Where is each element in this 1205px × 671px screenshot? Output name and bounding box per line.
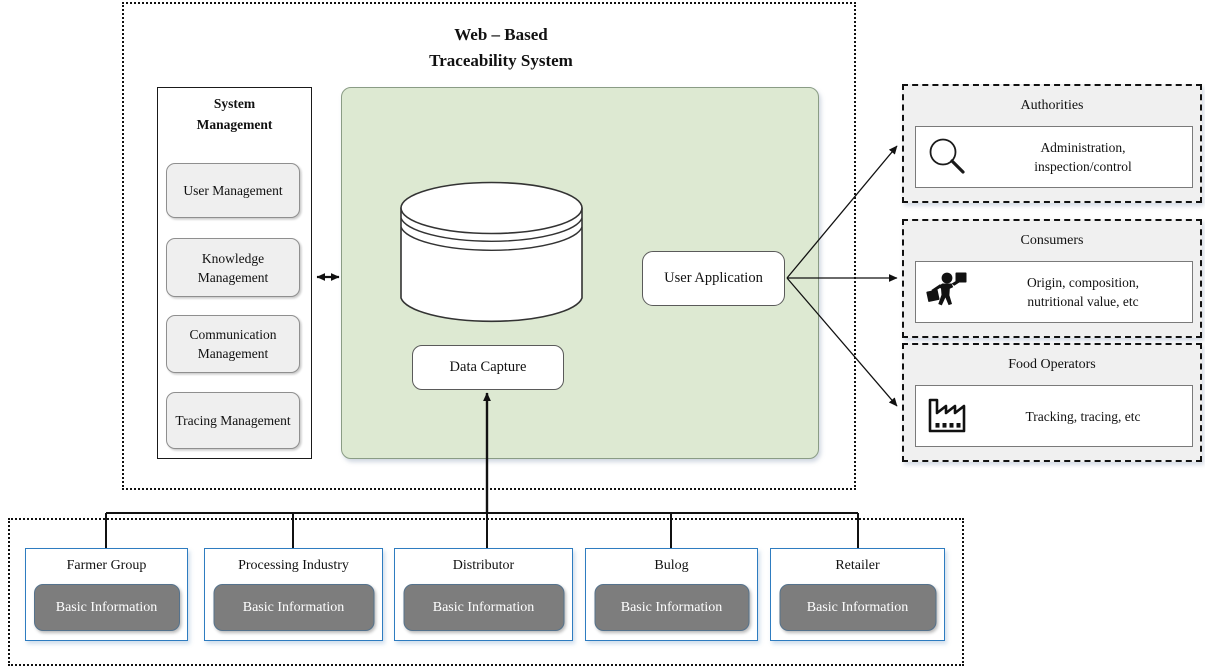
data-capture-node[interactable]: Data Capture xyxy=(412,345,564,390)
system-management-title-line2: Management xyxy=(196,117,273,132)
sidebar-item-knowledge-management[interactable]: Knowledge Management xyxy=(166,238,300,297)
page-title-line2: Traceability System xyxy=(429,51,573,70)
data-capture-label: Data Capture xyxy=(449,359,527,375)
basic-information-pill[interactable]: Basic Information xyxy=(779,584,936,631)
actor-processing-industry[interactable]: Processing Industry Basic Information xyxy=(204,548,383,641)
user-application-node[interactable]: User Application xyxy=(642,251,785,306)
actor-farmer-group[interactable]: Farmer Group Basic Information xyxy=(25,548,188,641)
sidebar-item-label: Tracing Management xyxy=(175,413,291,428)
factory-icon xyxy=(916,387,978,445)
actor-title: Bulog xyxy=(654,558,689,573)
external-panel-description: Origin, composition, nutritional value, … xyxy=(978,273,1192,311)
external-panel-card: Administration, inspection/control xyxy=(915,126,1193,188)
page-title-line1: Web – Based xyxy=(454,25,548,44)
external-panel-food-operators: Food Operators Tracking, tracing, etc xyxy=(902,343,1202,462)
basic-information-pill[interactable]: Basic Information xyxy=(594,584,749,631)
sidebar-item-tracing-management[interactable]: Tracing Management xyxy=(166,392,300,449)
external-panel-description-line2: inspection/control xyxy=(1034,159,1132,174)
external-panel-description: Administration, inspection/control xyxy=(978,138,1192,176)
system-management-title-line1: System xyxy=(213,96,256,111)
user-application-label: User Application xyxy=(664,270,763,286)
sidebar-item-label: User Management xyxy=(183,183,283,198)
external-panel-description-line1: Origin, composition, xyxy=(1026,275,1140,290)
page-title: Web – Based Traceability System xyxy=(372,22,630,74)
database-cylinder-icon xyxy=(399,180,584,325)
sidebar-item-label: Knowledge Management xyxy=(197,250,269,285)
actor-title: Retailer xyxy=(835,558,880,573)
actor-distributor[interactable]: Distributor Basic Information xyxy=(394,548,573,641)
external-panel-authorities: Authorities Administration, inspection/c… xyxy=(902,84,1202,203)
external-panel-description: Tracking, tracing, etc xyxy=(978,407,1192,426)
basic-information-pill[interactable]: Basic Information xyxy=(33,584,180,631)
actor-title: Farmer Group xyxy=(66,558,147,573)
external-panel-description-line1: Tracking, tracing, etc xyxy=(1025,408,1141,424)
actor-title: Distributor xyxy=(452,558,515,573)
basic-information-pill[interactable]: Basic Information xyxy=(213,584,374,631)
magnifier-icon xyxy=(916,128,978,186)
actor-retailer[interactable]: Retailer Basic Information xyxy=(770,548,945,641)
actor-title: Processing Industry xyxy=(238,558,349,573)
external-panel-consumers: Consumers Origin, composition, nutrition… xyxy=(902,219,1202,338)
external-panel-card: Tracking, tracing, etc xyxy=(915,385,1193,447)
external-panel-title: Consumers xyxy=(1020,233,1084,248)
external-panel-description-line2: nutritional value, etc xyxy=(1027,294,1139,309)
external-panel-title: Food Operators xyxy=(1008,357,1096,372)
sidebar-item-user-management[interactable]: User Management xyxy=(166,163,300,218)
external-panel-title: Authorities xyxy=(1020,98,1084,113)
external-panel-description-line1: Administration, xyxy=(1040,140,1126,155)
shopper-icon xyxy=(916,263,978,321)
basic-information-pill[interactable]: Basic Information xyxy=(403,584,564,631)
system-management-title: System Management xyxy=(157,93,312,135)
external-panel-card: Origin, composition, nutritional value, … xyxy=(915,261,1193,323)
sidebar-item-label: Communication Management xyxy=(189,327,277,361)
actor-bulog[interactable]: Bulog Basic Information xyxy=(585,548,758,641)
sidebar-item-communication-management[interactable]: Communication Management xyxy=(166,315,300,373)
